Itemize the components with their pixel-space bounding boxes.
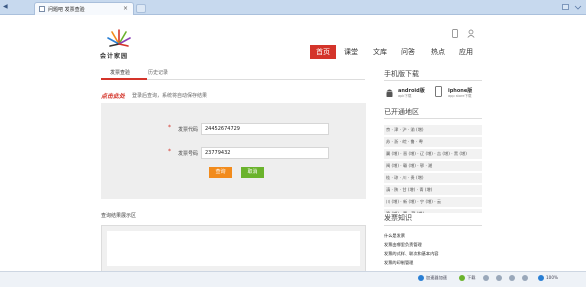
- invoice-code-label: 发票代码: [178, 127, 199, 133]
- nav-hot[interactable]: 热点: [431, 45, 445, 59]
- iphone-download-sub: app store下载: [448, 94, 472, 98]
- window-restore-icon[interactable]: [562, 4, 570, 10]
- user-icon[interactable]: [467, 29, 475, 38]
- invoice-code-input[interactable]: 24452674729: [201, 123, 329, 135]
- active-tab-indicator: [101, 78, 147, 80]
- region-row: 京 · 津 · 沪 · 渝 (增): [384, 125, 482, 135]
- back-arrow-icon[interactable]: ◀: [3, 3, 8, 10]
- page-icon: [39, 6, 45, 12]
- required-mark: *: [168, 124, 171, 131]
- screenshot-icon[interactable]: [509, 275, 515, 281]
- login-hint-text: 登录后查询，系统将自动保存结果: [132, 93, 208, 99]
- nav-qa[interactable]: 问答: [401, 45, 415, 59]
- tab-invoice-check[interactable]: 发票查验: [110, 69, 130, 76]
- region-row: 川 (增) · 新 (增) · 宁 (增) · 云: [384, 197, 482, 207]
- knowledge-link[interactable]: 发票的式样、联次和基本内容: [384, 251, 438, 257]
- query-button[interactable]: 查询: [209, 167, 232, 178]
- iphone-icon[interactable]: [434, 86, 443, 97]
- result-area: [101, 225, 366, 271]
- region-row: 苏 · 浙 · 皖 · 鲁 · 粤: [384, 137, 482, 147]
- accelerator-icon[interactable]: [418, 275, 424, 281]
- login-link[interactable]: 点击此处: [101, 91, 125, 100]
- window-menu-icon[interactable]: [574, 4, 582, 10]
- zoom-icon[interactable]: [538, 275, 544, 281]
- result-area-label: 查询结果展示区: [101, 213, 137, 219]
- knowledge-link[interactable]: 发票的印制管理: [384, 260, 413, 266]
- region-row: 闽 (增) · 赣 (增) · 鄂 · 湘: [384, 161, 482, 171]
- region-row: 冀 (增) · 晋 (增) · 辽 (增) · 吉 (增) · 黑 (增): [384, 149, 482, 159]
- tab-title: 问题吧 发票查验: [48, 7, 85, 13]
- nav-classroom[interactable]: 课堂: [344, 45, 358, 59]
- browser-tab[interactable]: 问题吧 发票查验 ×: [34, 2, 134, 15]
- zoom-level[interactable]: 100%: [546, 275, 558, 280]
- cancel-button[interactable]: 取消: [241, 167, 264, 178]
- download-text[interactable]: 下载: [467, 275, 475, 281]
- nav-apps[interactable]: 应用: [459, 45, 473, 59]
- sidebar-divider: [384, 225, 482, 226]
- region-row: 滇 · 陕 · 甘 (增) · 青 (增): [384, 185, 482, 195]
- invoice-number-label: 发票号码: [178, 151, 199, 157]
- accelerator-text[interactable]: 加速器加速: [426, 275, 447, 281]
- sound-icon[interactable]: [496, 275, 502, 281]
- knowledge-link[interactable]: 什么是发票: [384, 233, 405, 239]
- mobile-icon[interactable]: [451, 29, 459, 38]
- settings-icon[interactable]: [483, 275, 489, 281]
- knowledge-title: 发票知识: [384, 213, 482, 225]
- site-logo-text: 会计家园: [100, 53, 129, 60]
- download-title: 手机版下载: [384, 70, 419, 78]
- regions-title: 已开通地区: [384, 108, 419, 116]
- tab-history[interactable]: 历史记录: [148, 69, 168, 76]
- android-download-link[interactable]: android版: [398, 87, 425, 94]
- android-icon[interactable]: [385, 87, 394, 98]
- region-row: 桂 · 琼 · 川 · 贵 (增): [384, 173, 482, 183]
- iphone-download-link[interactable]: iphone版: [448, 87, 472, 94]
- sidebar-divider: [384, 80, 482, 81]
- sidebar-divider: [384, 118, 482, 119]
- invoice-number-input[interactable]: 23779432: [201, 147, 329, 159]
- knowledge-link[interactable]: 发票由哪里负责管理: [384, 242, 422, 248]
- close-tab-icon[interactable]: ×: [123, 5, 128, 12]
- network-icon[interactable]: [522, 275, 528, 281]
- required-mark: *: [168, 148, 171, 155]
- download-icon[interactable]: [459, 275, 465, 281]
- new-tab-button[interactable]: [136, 4, 146, 13]
- nav-home[interactable]: 首页: [310, 45, 336, 59]
- android-download-sub: apk下载: [398, 94, 412, 98]
- nav-library[interactable]: 文库: [373, 45, 387, 59]
